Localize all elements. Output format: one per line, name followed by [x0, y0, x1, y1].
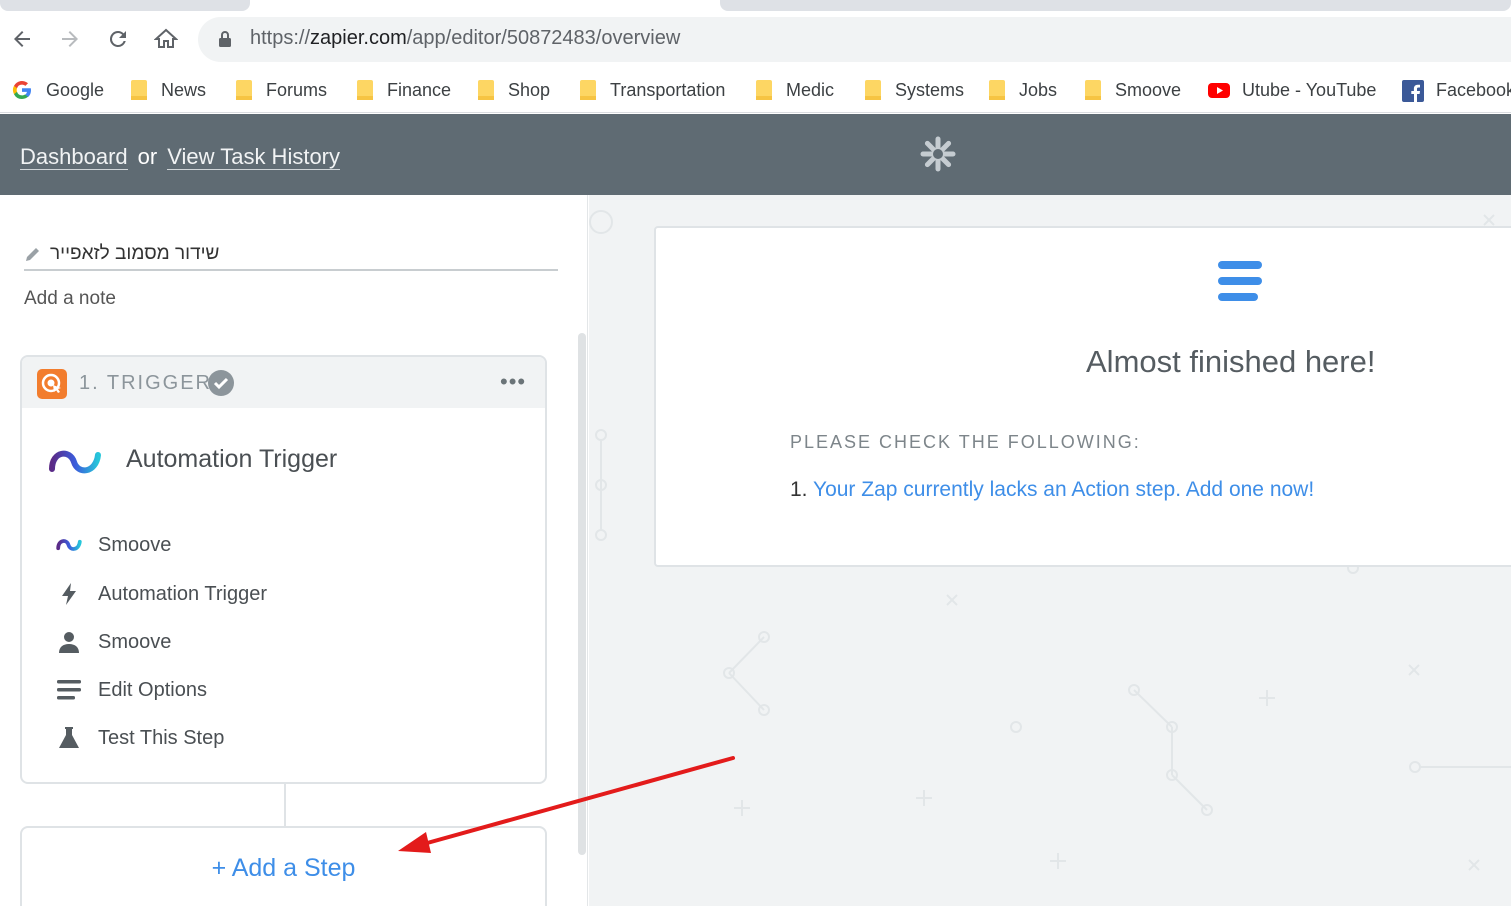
bookmark-label: Medic — [786, 79, 835, 100]
bookmark-label: Jobs — [1019, 79, 1058, 100]
browser-tabstrip — [0, 0, 1511, 12]
user-icon — [56, 629, 82, 655]
step-account-row[interactable]: Smoove — [98, 631, 171, 654]
sidebar-scrollbar[interactable] — [578, 333, 586, 855]
google-icon — [12, 80, 32, 100]
lines-icon — [56, 677, 82, 703]
lock-icon — [219, 31, 231, 47]
home-button[interactable] — [151, 24, 181, 54]
folder-icon — [756, 80, 772, 100]
back-arrow-icon — [14, 31, 30, 47]
bookmarks-bar: Google News Forums Finance Shop Transpor… — [0, 67, 1511, 113]
browser-tab[interactable] — [0, 0, 250, 11]
bookmark-label: Smoove — [1115, 79, 1182, 100]
dashboard-link[interactable]: Dashboard — [20, 144, 128, 170]
bookmark-label: Utube - YouTube — [1242, 79, 1377, 100]
bookmark-youtube[interactable]: Utube - YouTube — [1208, 75, 1376, 105]
url-host: zapier.com — [310, 27, 407, 49]
home-icon — [154, 28, 178, 48]
header-nav: Dashboard or View Task History — [20, 144, 341, 170]
url-path: /app/editor/50872483/overview — [406, 27, 681, 49]
step-test-row[interactable]: Test This Step — [98, 727, 224, 750]
almost-finished-panel: Almost finished here! PLEASE CHECK THE F… — [654, 226, 1511, 567]
bolt-icon — [56, 581, 82, 607]
notice-item: 1. Your Zap currently lacks an Action st… — [790, 478, 1314, 502]
trigger-card-title: Automation Trigger — [126, 445, 338, 473]
zap-editor-sidebar: שידור מסמוב לזאפייר Add a note 1. TRIGGE… — [0, 195, 588, 906]
address-bar[interactable]: https://zapier.com/app/editor/50872483/o… — [198, 17, 1511, 62]
add-action-step-link[interactable]: Your Zap currently lacks an Action step.… — [813, 478, 1314, 501]
folder-icon — [580, 80, 596, 100]
trigger-step-label: 1. TRIGGER — [79, 372, 212, 394]
zap-name-text: שידור מסמוב לזאפייר — [50, 243, 220, 264]
back-button[interactable] — [7, 24, 37, 54]
bookmark-news[interactable]: News — [131, 75, 206, 105]
url-text: https://zapier.com/app/editor/50872483/o… — [250, 27, 680, 50]
youtube-icon — [1208, 80, 1230, 100]
add-step-button[interactable]: + Add a Step — [20, 826, 547, 906]
step-event-row[interactable]: Automation Trigger — [98, 583, 267, 606]
bookmark-smoove[interactable]: Smoove — [1085, 75, 1181, 105]
bookmark-systems[interactable]: Systems — [865, 75, 964, 105]
step-app-row[interactable]: Smoove — [98, 534, 171, 557]
bookmark-label: Google — [46, 79, 105, 100]
more-options-icon[interactable]: ••• — [500, 369, 526, 395]
flask-icon — [56, 725, 82, 751]
folder-icon — [236, 80, 252, 100]
notice-item-number: 1. — [790, 478, 808, 501]
smoove-logo-icon — [49, 450, 101, 474]
pencil-icon — [26, 248, 39, 261]
smoove-icon — [56, 532, 82, 558]
bookmark-shop[interactable]: Shop — [478, 75, 550, 105]
bookmark-label: Shop — [508, 79, 551, 100]
bookmark-google[interactable]: Google — [12, 75, 104, 105]
app-header: Dashboard or View Task History — [0, 114, 1511, 195]
browser-toolbar: https://zapier.com/app/editor/50872483/o… — [0, 12, 1511, 67]
zapier-asterisk-icon[interactable] — [920, 136, 956, 172]
step-edit-options-row[interactable]: Edit Options — [98, 679, 207, 702]
trigger-card-header[interactable]: 1. TRIGGER ••• — [22, 357, 545, 408]
bookmark-label: Systems — [895, 79, 965, 100]
view-task-history-link[interactable]: View Task History — [167, 144, 341, 170]
or-text: or — [137, 144, 158, 169]
url-prefix: https:// — [250, 27, 311, 49]
zap-name-field[interactable]: שידור מסמוב לזאפייר — [24, 243, 558, 271]
bookmark-label: Finance — [387, 79, 452, 100]
bookmark-label: News — [161, 79, 207, 100]
reload-icon — [109, 30, 126, 47]
folder-icon — [865, 80, 881, 100]
add-note-link[interactable]: Add a note — [24, 288, 116, 310]
menu-lines-icon — [1218, 261, 1262, 301]
folder-icon — [478, 80, 494, 100]
bookmark-facebook[interactable]: Facebook — [1402, 75, 1511, 105]
bookmark-forums[interactable]: Forums — [236, 75, 327, 105]
bookmark-finance[interactable]: Finance — [357, 75, 451, 105]
forward-button[interactable] — [55, 24, 85, 54]
trigger-step-card: 1. TRIGGER ••• Automation Trigger Smoove… — [20, 355, 547, 784]
folder-icon — [989, 80, 1005, 100]
notice-title: Almost finished here! — [1086, 344, 1376, 379]
bookmark-medic[interactable]: Medic — [756, 75, 834, 105]
bookmark-label: Facebook — [1436, 79, 1511, 100]
notice-subtitle: PLEASE CHECK THE FOLLOWING: — [790, 432, 1141, 452]
bookmark-label: Forums — [266, 79, 328, 100]
forward-arrow-icon — [62, 31, 78, 47]
bookmark-label: Transportation — [610, 79, 726, 100]
folder-icon — [131, 80, 147, 100]
add-step-label: + Add a Step — [211, 854, 356, 882]
bookmark-jobs[interactable]: Jobs — [989, 75, 1057, 105]
reload-button[interactable] — [103, 24, 133, 54]
check-icon — [208, 370, 234, 396]
facebook-icon — [1402, 80, 1424, 102]
trigger-app-icon — [37, 369, 67, 399]
bookmark-transportation[interactable]: Transportation — [580, 75, 725, 105]
browser-tab[interactable] — [720, 0, 1511, 11]
step-connector — [284, 784, 286, 826]
folder-icon — [357, 80, 373, 100]
folder-icon — [1085, 80, 1101, 100]
